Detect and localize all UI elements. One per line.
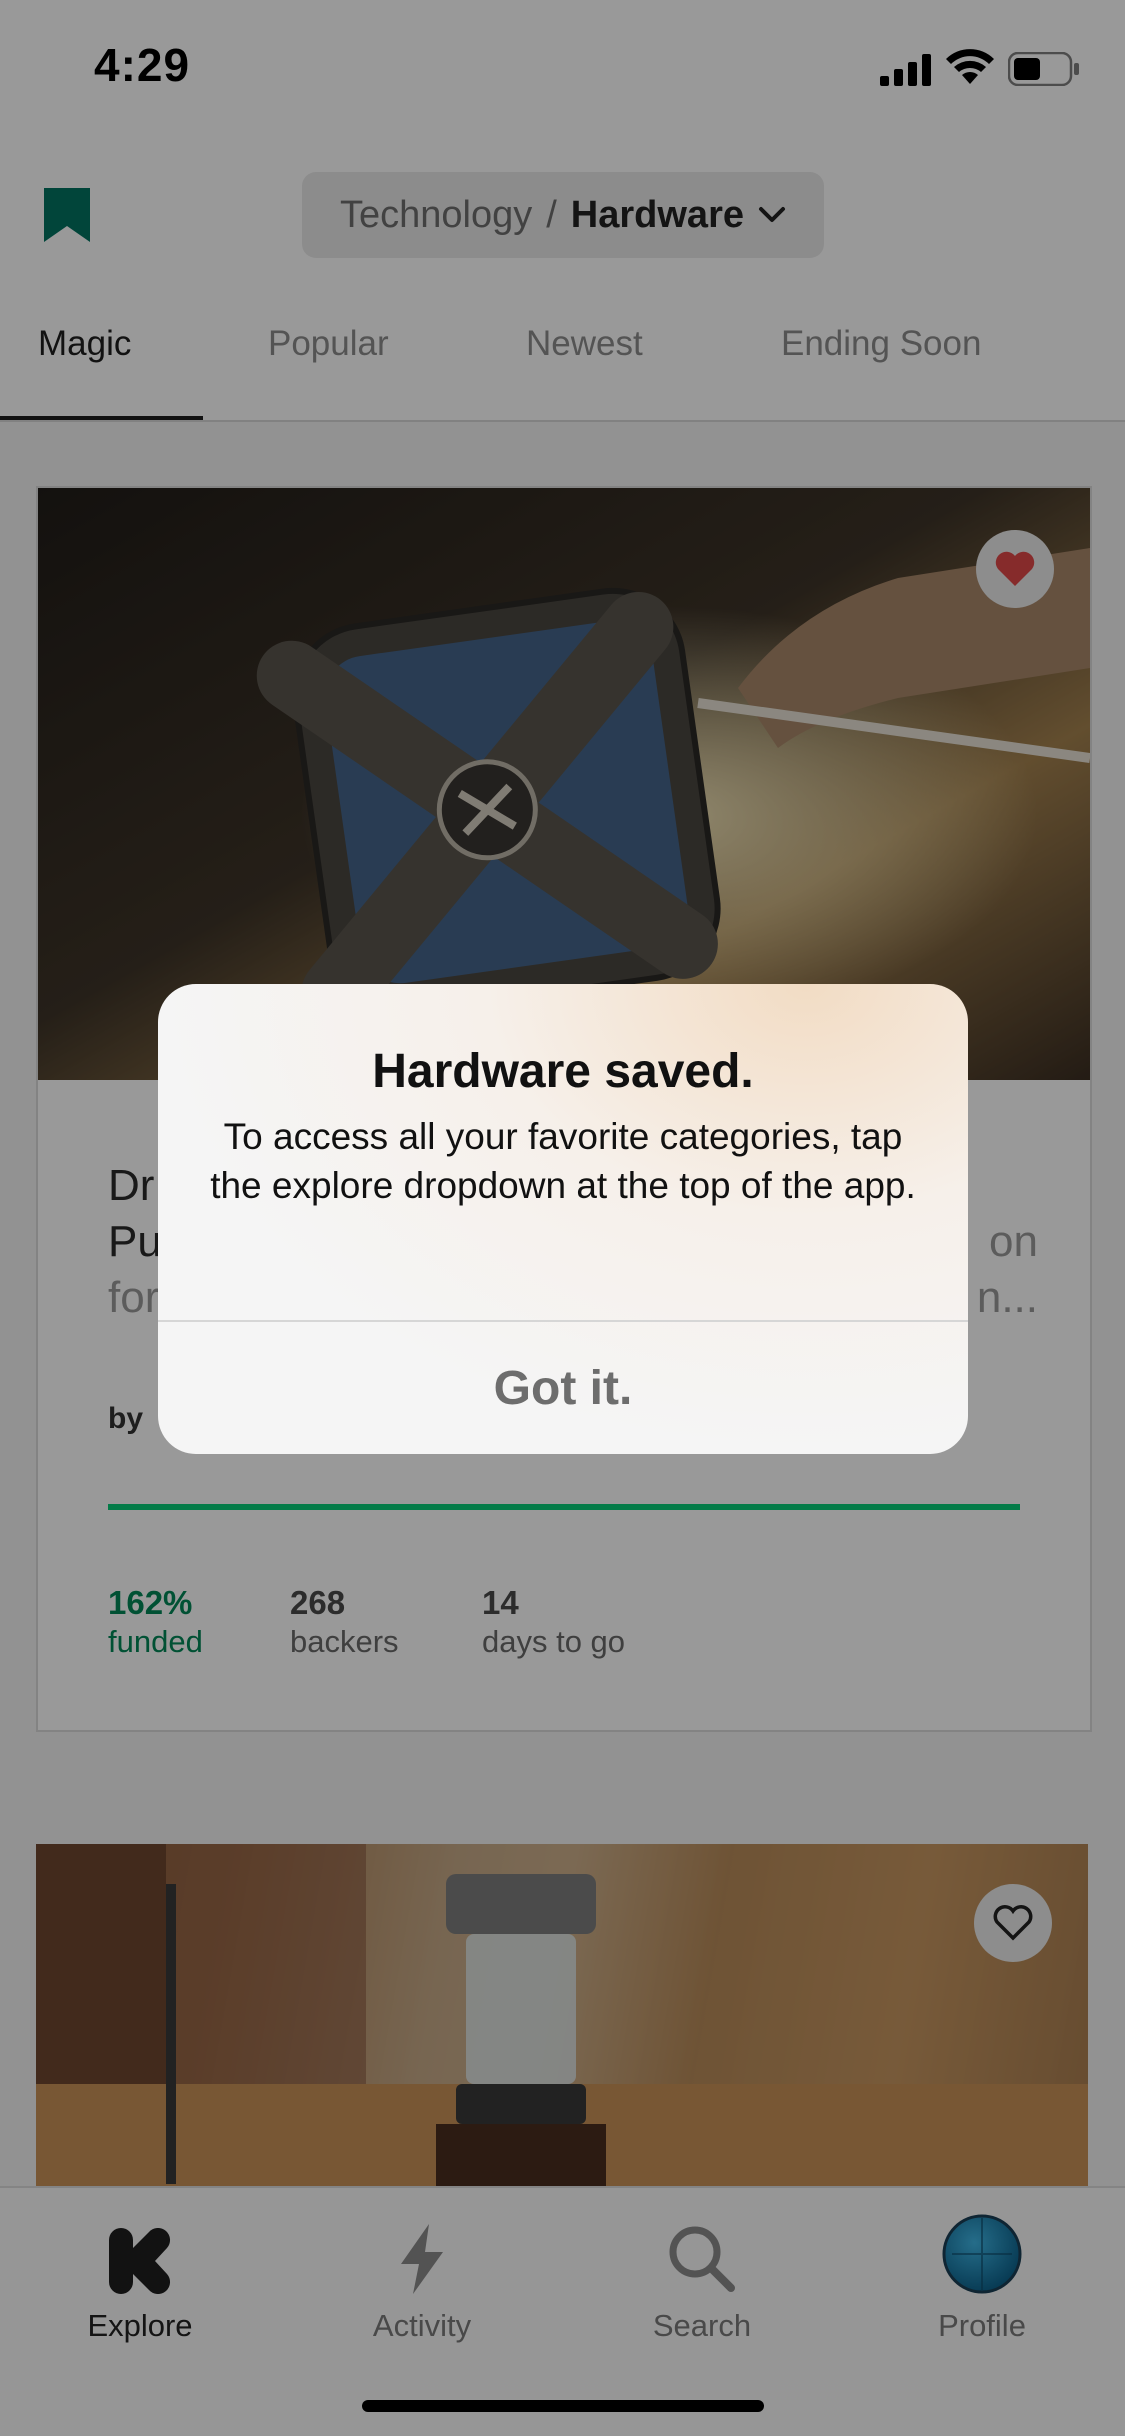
saved-category-alert: Hardware saved. To access all your favor… [158, 984, 968, 1454]
got-it-button[interactable]: Got it. [158, 1322, 968, 1454]
alert-message: To access all your favorite categories, … [210, 1116, 916, 1206]
app-screen: 4:29 Technology / Hardware Magic Popular… [0, 0, 1125, 2436]
alert-title: Hardware saved. [372, 1045, 754, 1098]
